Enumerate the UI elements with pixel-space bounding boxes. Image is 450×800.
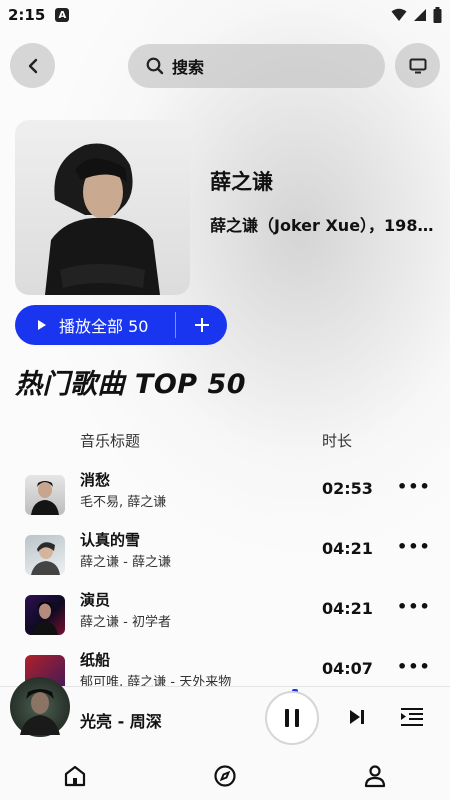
status-bar: 2:15 A <box>0 0 450 30</box>
pause-icon <box>285 709 299 727</box>
cast-icon <box>409 58 426 73</box>
song-subtitle: 毛不易, 薛之谦 <box>80 495 167 510</box>
song-thumbnail <box>25 535 65 575</box>
play-all-button-group: 播放全部 50 <box>15 305 227 345</box>
song-title: 消愁 <box>80 471 111 489</box>
artist-description[interactable]: 薛之谦（Joker Xue），1983年7月17日出生于上海市 <box>210 212 438 236</box>
song-row[interactable]: 认真的雪 薛之谦 - 薛之谦 04:21 ••• <box>0 531 450 595</box>
column-header-duration: 时长 <box>322 432 353 450</box>
artist-cover-image <box>15 120 190 295</box>
more-icon: ••• <box>397 657 431 676</box>
add-all-button[interactable] <box>176 317 227 333</box>
column-header-title: 音乐标题 <box>80 432 141 450</box>
section-title: 热门歌曲 TOP 50 <box>15 369 247 400</box>
profile-icon <box>364 765 386 788</box>
artist-name: 薛之谦 <box>210 170 273 194</box>
next-button[interactable] <box>348 708 366 730</box>
play-all-button[interactable]: 播放全部 50 <box>15 305 175 345</box>
now-playing-disc[interactable] <box>10 677 70 737</box>
song-title: 纸船 <box>80 651 111 669</box>
song-subtitle: 薛之谦 - 薛之谦 <box>80 555 171 570</box>
more-button[interactable]: ••• <box>397 597 431 616</box>
skip-next-icon <box>350 710 364 724</box>
signal-icon <box>414 9 426 21</box>
playlist-icon <box>401 708 423 726</box>
song-duration: 02:53 <box>322 479 373 498</box>
pause-button[interactable] <box>265 691 319 745</box>
nav-discover[interactable] <box>213 764 237 788</box>
song-duration: 04:21 <box>322 599 373 618</box>
search-icon <box>146 57 164 75</box>
back-button[interactable] <box>10 43 55 88</box>
top-bar: 搜索 <box>10 43 440 89</box>
song-subtitle: 薛之谦 - 初学者 <box>80 615 171 630</box>
nav-profile[interactable] <box>363 764 387 788</box>
more-icon: ••• <box>397 477 431 496</box>
song-thumbnail <box>25 595 65 635</box>
playlist-button[interactable] <box>400 707 424 731</box>
search-placeholder: 搜索 <box>172 58 205 77</box>
now-playing-title: 光亮 - 周深 <box>80 712 162 731</box>
play-icon <box>38 320 46 330</box>
status-time: 2:15 <box>8 6 46 24</box>
more-icon: ••• <box>397 597 431 616</box>
compass-icon <box>214 765 236 787</box>
back-icon <box>28 58 37 73</box>
nav-home[interactable] <box>63 764 87 788</box>
app-notification-icon: A <box>55 8 70 22</box>
search-bar[interactable]: 搜索 <box>128 44 385 88</box>
plus-icon <box>194 318 209 332</box>
cast-button[interactable] <box>395 43 440 88</box>
bottom-nav <box>0 750 450 800</box>
song-title: 演员 <box>80 591 111 609</box>
home-icon <box>64 765 86 787</box>
more-icon: ••• <box>397 537 431 556</box>
song-title: 认真的雪 <box>80 531 141 549</box>
song-row[interactable]: 演员 薛之谦 - 初学者 04:21 ••• <box>0 591 450 655</box>
song-duration: 04:21 <box>322 539 373 558</box>
more-button[interactable]: ••• <box>397 657 431 676</box>
wifi-icon <box>391 8 407 21</box>
song-duration: 04:07 <box>322 659 373 678</box>
artist-portrait <box>45 143 160 295</box>
more-button[interactable]: ••• <box>397 477 431 496</box>
more-button[interactable]: ••• <box>397 537 431 556</box>
song-row[interactable]: 消愁 毛不易, 薛之谦 02:53 ••• <box>0 471 450 535</box>
play-all-label: 播放全部 50 <box>59 317 149 336</box>
song-thumbnail <box>25 475 65 515</box>
battery-icon <box>433 7 442 23</box>
